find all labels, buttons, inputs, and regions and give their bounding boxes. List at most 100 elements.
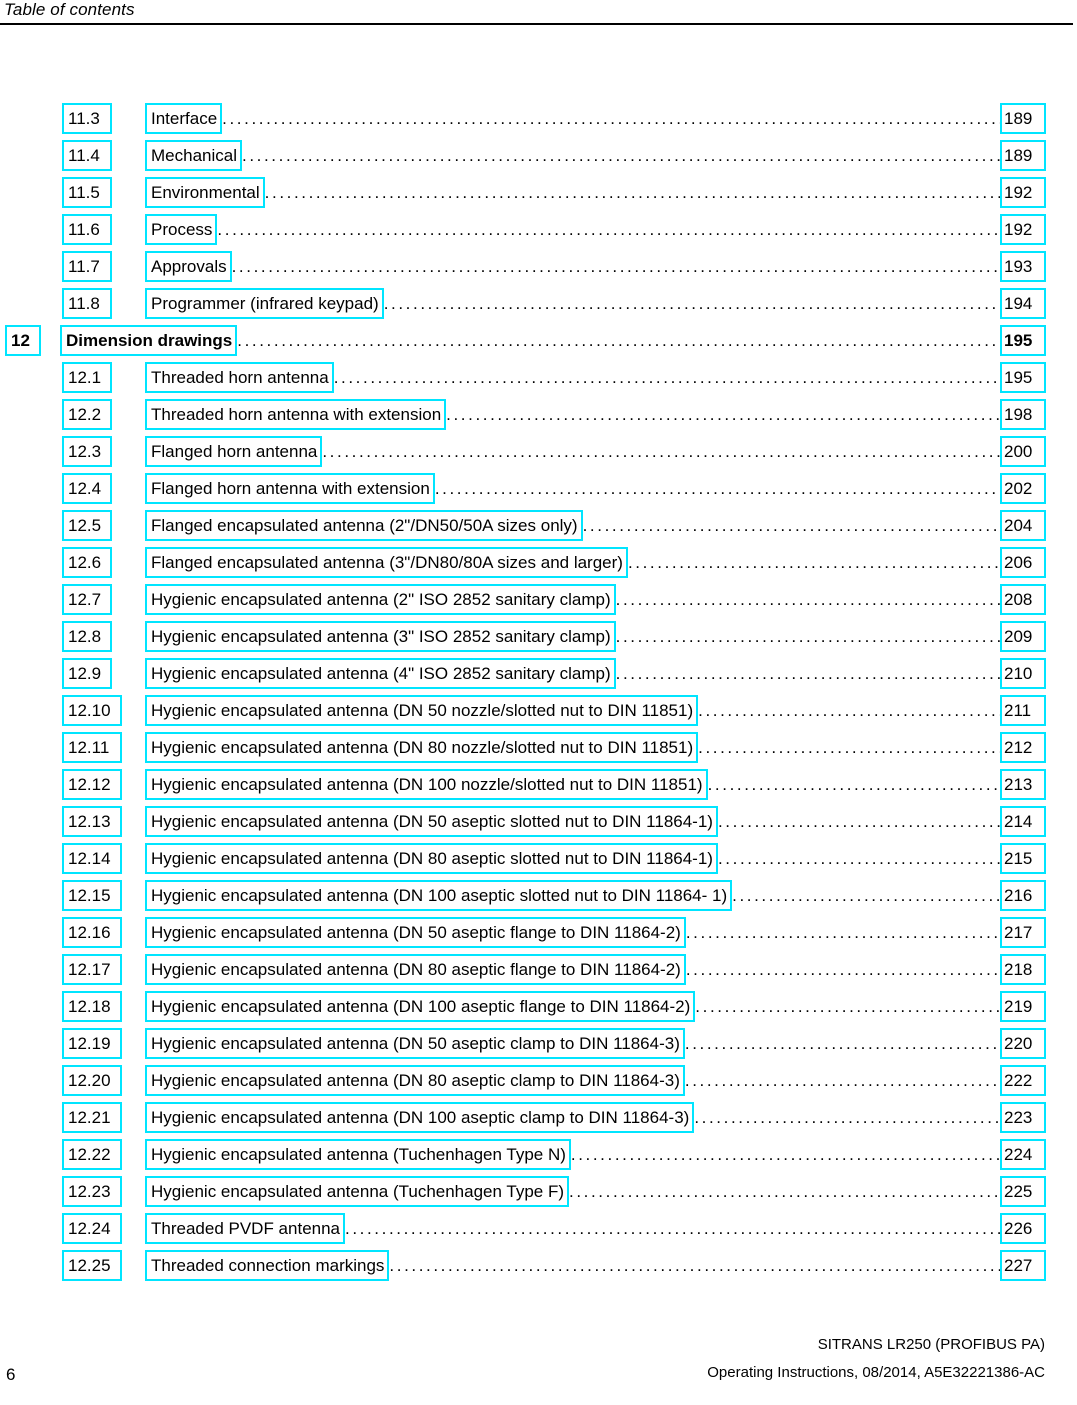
toc-entry-page-number: 216 [1000,880,1046,911]
toc-entry-number: 12.14 [62,843,122,874]
toc-entry-title[interactable]: Hygienic encapsulated antenna (DN 80 ase… [145,1065,685,1096]
toc-entry[interactable]: 12.20 Hygienic encapsulated antenna (DN 8… [0,1062,1077,1099]
toc-entry[interactable]: 12.21 Hygienic encapsulated antenna (DN 1… [0,1099,1077,1136]
toc-entry-title[interactable]: Threaded horn antenna with extension [145,399,447,430]
toc-entry-title[interactable]: Hygienic encapsulated antenna (Tuchenhag… [145,1176,569,1207]
page-header-title: Table of contents [4,0,135,19]
toc-entry[interactable]: 12.4 Flanged horn antenna with extension.… [0,470,1077,507]
toc-entry[interactable]: 12.15 Hygienic encapsulated antenna (DN 1… [0,877,1077,914]
toc-entry-title[interactable]: Hygienic encapsulated antenna (DN 50 ase… [145,1028,685,1059]
toc-dot-leader-dots: ........................................… [685,960,1000,979]
toc-entry-title[interactable]: Hygienic encapsulated antenna (DN 50 ase… [145,806,718,837]
toc-entry-number: 11.5 [62,177,112,208]
toc-entry[interactable]: 12.18 Hygienic encapsulated antenna (DN 1… [0,988,1077,1025]
toc-entry[interactable]: 11.6 Process.............................… [0,211,1077,248]
toc-dot-leader: ........................................… [583,510,1000,541]
toc-entry-title[interactable]: Interface [145,103,223,134]
toc-entry[interactable]: 12.24 Threaded PVDF antenna..............… [0,1210,1077,1247]
page-footer: 6 SITRANS LR250 (PROFIBUS PA) Operating … [0,1325,1077,1387]
toc-entry-title[interactable]: Hygienic encapsulated antenna (DN 50 ase… [145,917,686,948]
toc-entry-number: 12.3 [62,436,112,467]
toc-entry[interactable]: 12 Dimension drawings....................… [0,322,1077,359]
toc-entry-title[interactable]: Approvals [145,251,232,282]
toc-entry-title[interactable]: Hygienic encapsulated antenna (DN 80 noz… [145,732,699,763]
toc-entry-page-number: 208 [1000,584,1046,615]
toc-entry-title[interactable]: Flanged encapsulated antenna (3"/DN80/80… [145,547,628,578]
toc-entry[interactable]: 12.17 Hygienic encapsulated antenna (DN 8… [0,951,1077,988]
toc-entry-page-number: 189 [1000,140,1046,171]
toc-entry[interactable]: 11.8 Programmer (infrared keypad)........… [0,285,1077,322]
toc-dot-leader: ........................................… [237,325,1000,356]
toc-entry[interactable]: 12.7 Hygienic encapsulated antenna (2" IS… [0,581,1077,618]
toc-dot-leader-dots: ........................................… [582,516,1000,535]
toc-entry-title[interactable]: Hygienic encapsulated antenna (3" ISO 28… [145,621,616,652]
toc-entry-page-number: 222 [1000,1065,1046,1096]
toc-entry[interactable]: 12.19 Hygienic encapsulated antenna (DN 5… [0,1025,1077,1062]
toc-dot-leader-dots: ........................................… [707,775,1000,794]
toc-entry-title[interactable]: Threaded PVDF antenna [145,1213,346,1244]
toc-entry-title[interactable]: Hygienic encapsulated antenna (DN 100 as… [145,880,733,911]
toc-entry-title[interactable]: Hygienic encapsulated antenna (2" ISO 28… [145,584,616,615]
toc-entry[interactable]: 12.9 Hygienic encapsulated antenna (4" IS… [0,655,1077,692]
toc-entry-title[interactable]: Hygienic encapsulated antenna (Tuchenhag… [145,1139,571,1170]
toc-entry-number: 12.10 [62,695,122,726]
toc-entry-title[interactable]: Dimension drawings [60,325,238,356]
toc-dot-leader: ........................................… [708,769,1000,800]
toc-dot-leader: ........................................… [242,140,1000,171]
toc-entry[interactable]: 12.16 Hygienic encapsulated antenna (DN 5… [0,914,1077,951]
toc-entry-number: 12.1 [62,362,112,393]
toc-dot-leader-dots: ........................................… [217,220,1000,239]
toc-entry-title[interactable]: Hygienic encapsulated antenna (4" ISO 28… [145,658,616,689]
toc-dot-leader-dots: ........................................… [231,257,1000,276]
toc-entry-number: 11.4 [62,140,112,171]
toc-entry[interactable]: 12.23 Hygienic encapsulated antenna (Tuch… [0,1173,1077,1210]
toc-entry[interactable]: 11.4 Mechanical..........................… [0,137,1077,174]
toc-entry-title[interactable]: Threaded connection markings [145,1250,390,1281]
toc-dot-leader-dots: ........................................… [333,368,1000,387]
toc-entry[interactable]: 12.22 Hygienic encapsulated antenna (Tuch… [0,1136,1077,1173]
toc-entry-title[interactable]: Threaded horn antenna [145,362,334,393]
toc-entry[interactable]: 12.5 Flanged encapsulated antenna (2"/DN5… [0,507,1077,544]
toc-entry[interactable]: 12.12 Hygienic encapsulated antenna (DN 1… [0,766,1077,803]
toc-entry-title[interactable]: Hygienic encapsulated antenna (DN 100 as… [145,991,696,1022]
toc-entry-title[interactable]: Flanged encapsulated antenna (2"/DN50/50… [145,510,583,541]
toc-entry-page-number: 200 [1000,436,1046,467]
toc-entry[interactable]: 12.6 Flanged encapsulated antenna (3"/DN8… [0,544,1077,581]
toc-entry-title[interactable]: Flanged horn antenna [145,436,323,467]
toc-entry-page-number: 217 [1000,917,1046,948]
toc-entry-title[interactable]: Hygienic encapsulated antenna (DN 50 noz… [145,695,699,726]
toc-entry[interactable]: 12.1 Threaded horn antenna...............… [0,359,1077,396]
toc-entry[interactable]: 12.11 Hygienic encapsulated antenna (DN 8… [0,729,1077,766]
toc-dot-leader: ........................................… [732,880,1000,911]
toc-entry[interactable]: 12.2 Threaded horn antenna with extension… [0,396,1077,433]
toc-entry-title[interactable]: Mechanical [145,140,242,171]
toc-entry-title[interactable]: Flanged horn antenna with extension [145,473,435,504]
toc-dot-leader-dots: ........................................… [434,479,1000,498]
toc-entry[interactable]: 12.13 Hygienic encapsulated antenna (DN 5… [0,803,1077,840]
toc-entry-title[interactable]: Hygienic encapsulated antenna (DN 100 no… [145,769,708,800]
toc-entry-title[interactable]: Hygienic encapsulated antenna (DN 80 ase… [145,843,718,874]
toc-entry[interactable]: 12.25 Threaded connection markings.......… [0,1247,1077,1284]
page-header: Table of contents [0,0,1077,26]
toc-entry-title[interactable]: Programmer (infrared keypad) [145,288,384,319]
toc-dot-leader: ........................................… [686,917,1000,948]
toc-entry[interactable]: 11.3 Interface...........................… [0,100,1077,137]
toc-entry-title[interactable]: Environmental [145,177,265,208]
toc-dot-leader: ........................................… [685,1028,1000,1059]
toc-dot-leader-dots: ........................................… [698,701,1000,720]
toc-dot-leader-dots: ........................................… [717,849,1000,868]
toc-entry-title[interactable]: Hygienic encapsulated antenna (DN 100 as… [145,1102,695,1133]
toc-entry[interactable]: 12.8 Hygienic encapsulated antenna (3" IS… [0,618,1077,655]
toc-entry-number: 12.4 [62,473,112,504]
toc-dot-leader-dots: ........................................… [237,331,1000,350]
toc-entry-page-number: 192 [1000,214,1046,245]
toc-entry[interactable]: 12.3 Flanged horn antenna................… [0,433,1077,470]
toc-entry[interactable]: 12.10 Hygienic encapsulated antenna (DN 5… [0,692,1077,729]
toc-entry[interactable]: 11.7 Approvals...........................… [0,248,1077,285]
toc-dot-leader-dots: ........................................… [732,886,1000,905]
toc-entry-title[interactable]: Process [145,214,218,245]
toc-entry[interactable]: 12.14 Hygienic encapsulated antenna (DN 8… [0,840,1077,877]
table-of-contents-list: 11.3 Interface...........................… [0,100,1077,1284]
toc-entry-title[interactable]: Hygienic encapsulated antenna (DN 80 ase… [145,954,686,985]
toc-entry[interactable]: 11.5 Environmental.......................… [0,174,1077,211]
